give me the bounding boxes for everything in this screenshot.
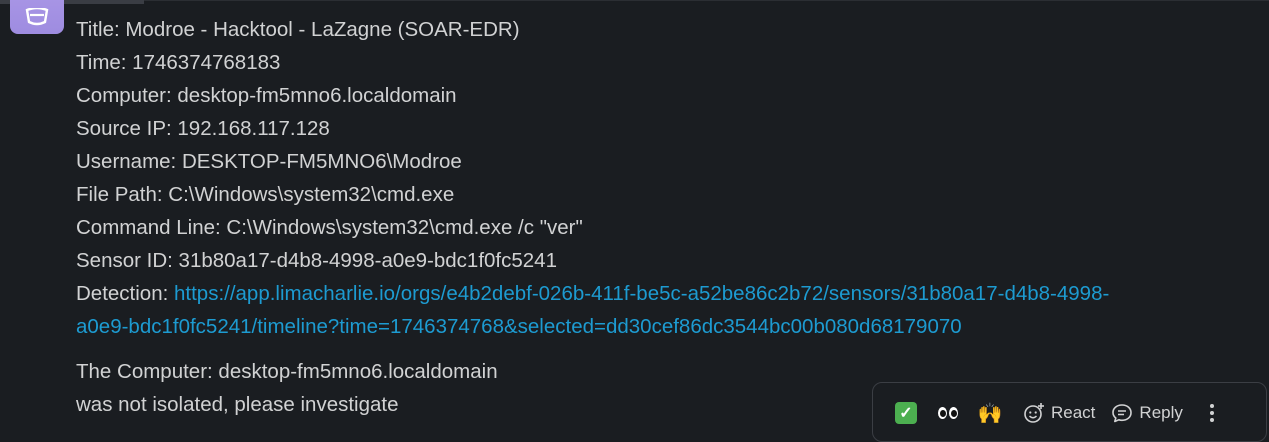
reaction-eyes-button[interactable] (927, 398, 969, 428)
raised-hands-icon: 🙌 (977, 402, 1003, 425)
avatar[interactable] (10, 0, 64, 34)
detection-label: Detection: (76, 282, 174, 305)
alert-sensor-id: Sensor ID: 31b80a17-d4b8-4998-a0e9-bdc1f… (76, 249, 557, 272)
more-vertical-icon (1209, 404, 1214, 422)
add-reaction-icon (1024, 403, 1044, 423)
detection-link-continued[interactable]: a0e9-bdc1f0fc5241/timeline?time=17463747… (76, 315, 962, 338)
alert-title: Title: Modroe - Hacktool - LaZagne (SOAR… (76, 18, 520, 41)
eyes-icon (938, 407, 958, 419)
react-label: React (1051, 403, 1096, 422)
detection-link[interactable]: https://app.limacharlie.io/orgs/e4b2debf… (174, 282, 1109, 305)
reply-button[interactable]: Reply (1105, 398, 1188, 428)
alert-computer: Computer: desktop-fm5mno6.localdomain (76, 84, 457, 107)
alert-username: Username: DESKTOP-FM5MNO6\Modroe (76, 150, 462, 173)
reaction-check-mark-button[interactable]: ✓ (885, 398, 927, 428)
more-actions-button[interactable] (1197, 398, 1233, 428)
reply-thread-icon (1112, 404, 1133, 423)
alert-command-line: Command Line: C:\Windows\system32\cmd.ex… (76, 216, 583, 239)
reply-label: Reply (1139, 403, 1183, 422)
alert-file-path: File Path: C:\Windows\system32\cmd.exe (76, 183, 455, 206)
alert-detection: Detection: https://app.limacharlie.io/or… (76, 277, 1256, 310)
divider (0, 0, 1269, 1)
alert-source-ip: Source IP: 192.168.117.128 (76, 117, 330, 140)
message-body: Title: Modroe - Hacktool - LaZagne (SOAR… (76, 13, 1256, 421)
react-button[interactable]: React (1017, 398, 1101, 428)
check-mark-icon: ✓ (895, 402, 917, 424)
reaction-raised-hands-button[interactable]: 🙌 (969, 398, 1011, 428)
app-logo-icon (25, 8, 49, 26)
message-actions-toolbar: ✓ 🙌 React Reply (872, 382, 1267, 442)
alert-time: Time: 1746374768183 (76, 51, 281, 74)
alert-detection-cont: a0e9-bdc1f0fc5241/timeline?time=17463747… (76, 310, 1256, 343)
